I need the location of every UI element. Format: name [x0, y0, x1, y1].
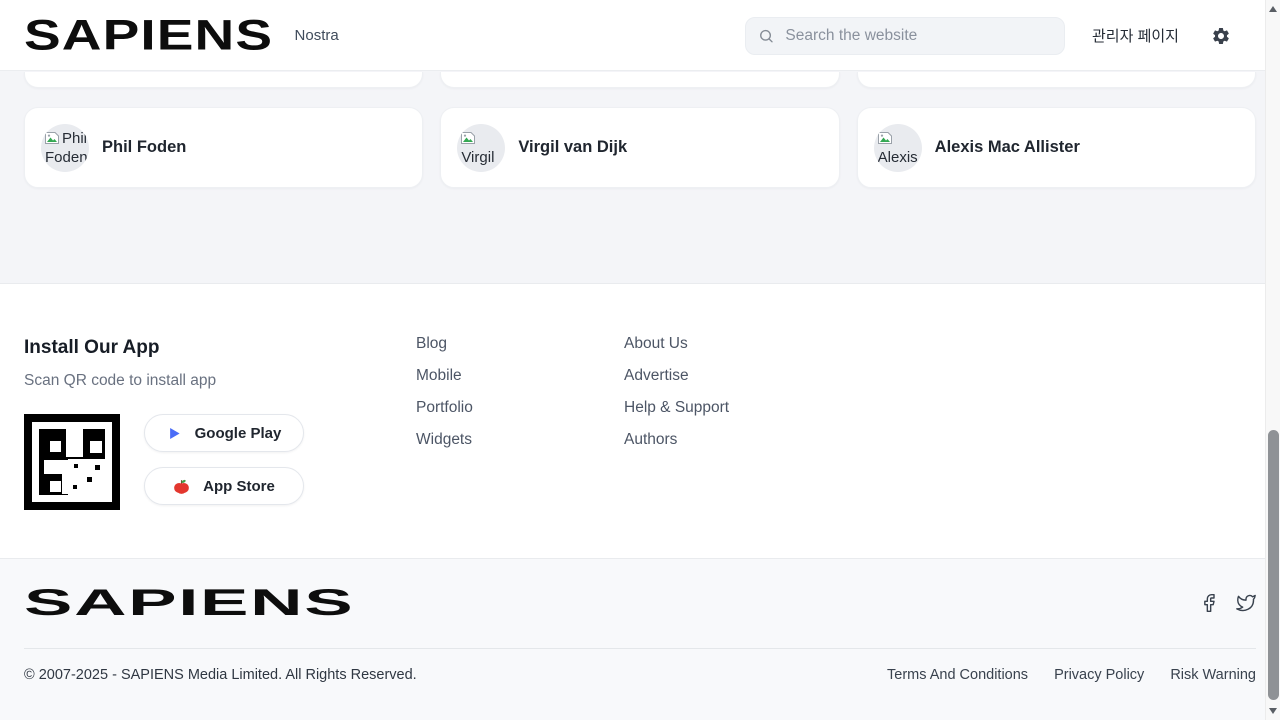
player-name: Phil Foden — [102, 138, 186, 157]
footer-divider — [24, 648, 1256, 649]
broken-image-icon — [878, 132, 892, 144]
social-icons — [1199, 593, 1256, 613]
app-store-button[interactable]: App Store — [144, 467, 304, 505]
footer-link-authors[interactable]: Authors — [624, 430, 832, 450]
search-input[interactable] — [783, 26, 1052, 46]
avatar: Phil Foden — [41, 124, 89, 172]
vertical-scrollbar[interactable] — [1265, 0, 1280, 720]
content-area: Phil Foden Phil Foden Virgil van Dijk Vi… — [0, 71, 1280, 284]
avatar-alt-text: Virgil van Dijk — [461, 149, 494, 172]
footer-link-widgets[interactable]: Widgets — [416, 430, 624, 450]
avatar: Alexis Mac Allister — [874, 124, 922, 172]
card-partial[interactable] — [857, 72, 1256, 88]
install-app-subtitle: Scan QR code to install app — [24, 370, 416, 392]
footer-link-help-support[interactable]: Help & Support — [624, 398, 832, 418]
player-card-alexis-mac-allister[interactable]: Alexis Mac Allister Alexis Mac Allister — [857, 107, 1256, 188]
broken-image-icon — [45, 132, 59, 144]
player-card-row: Phil Foden Phil Foden Virgil van Dijk Vi… — [24, 107, 1256, 188]
avatar: Virgil van Dijk — [457, 124, 505, 172]
risk-warning-link[interactable]: Risk Warning — [1170, 667, 1256, 683]
player-name: Virgil van Dijk — [518, 138, 627, 157]
gear-icon[interactable] — [1211, 26, 1231, 46]
card-partial[interactable] — [440, 72, 839, 88]
footer-link-mobile[interactable]: Mobile — [416, 366, 624, 386]
google-play-label: Google Play — [195, 425, 282, 442]
nav-item-nostra[interactable]: Nostra — [295, 27, 339, 44]
sapiens-logo[interactable]: SAPIENS — [24, 14, 273, 57]
footer-link-advertise[interactable]: Advertise — [624, 366, 832, 386]
footer-links-column-2: About Us Advertise Help & Support Author… — [624, 334, 832, 558]
navbar: SAPIENS Nostra 관리자 페이지 — [0, 0, 1280, 71]
footer-bottom-bar: SAPIENS © 2007-2025 - SAPIENS Media Limi… — [0, 558, 1280, 720]
install-app-title: Install Our App — [24, 334, 416, 362]
play-triangle-icon — [167, 426, 182, 441]
player-card-virgil-van-dijk[interactable]: Virgil van Dijk Virgil van Dijk — [440, 107, 839, 188]
admin-page-link[interactable]: 관리자 페이지 — [1092, 0, 1179, 71]
facebook-icon[interactable] — [1199, 593, 1219, 613]
app-store-label: App Store — [203, 478, 275, 495]
card-partial[interactable] — [24, 72, 423, 88]
player-card-phil-foden[interactable]: Phil Foden Phil Foden — [24, 107, 423, 188]
scroll-down-arrow-icon[interactable] — [1269, 708, 1277, 714]
twitter-icon[interactable] — [1236, 593, 1256, 613]
player-name: Alexis Mac Allister — [935, 138, 1080, 157]
scrollbar-thumb[interactable] — [1268, 430, 1279, 700]
search-icon — [758, 27, 774, 45]
apple-icon — [173, 478, 190, 495]
qr-code-image — [24, 414, 120, 510]
search-box[interactable] — [745, 17, 1065, 55]
sapiens-footer-logo: SAPIENS — [24, 585, 354, 622]
terms-and-conditions-link[interactable]: Terms And Conditions — [887, 667, 1028, 683]
footer-link-about-us[interactable]: About Us — [624, 334, 832, 354]
google-play-button[interactable]: Google Play — [144, 414, 304, 452]
footer-main: Install Our App Scan QR code to install … — [0, 284, 1280, 558]
partial-card-row — [24, 72, 1256, 88]
avatar-alt-text: Alexis Mac Allister — [878, 149, 922, 172]
footer-links-column-1: Blog Mobile Portfolio Widgets — [416, 334, 624, 558]
footer-link-portfolio[interactable]: Portfolio — [416, 398, 624, 418]
broken-image-icon — [461, 132, 475, 144]
legal-links: Terms And Conditions Privacy Policy Risk… — [887, 667, 1256, 683]
scroll-up-arrow-icon[interactable] — [1269, 6, 1277, 12]
install-app-block: Install Our App Scan QR code to install … — [24, 334, 416, 558]
footer-link-blog[interactable]: Blog — [416, 334, 624, 354]
privacy-policy-link[interactable]: Privacy Policy — [1054, 667, 1144, 683]
copyright-text: © 2007-2025 - SAPIENS Media Limited. All… — [24, 667, 417, 683]
